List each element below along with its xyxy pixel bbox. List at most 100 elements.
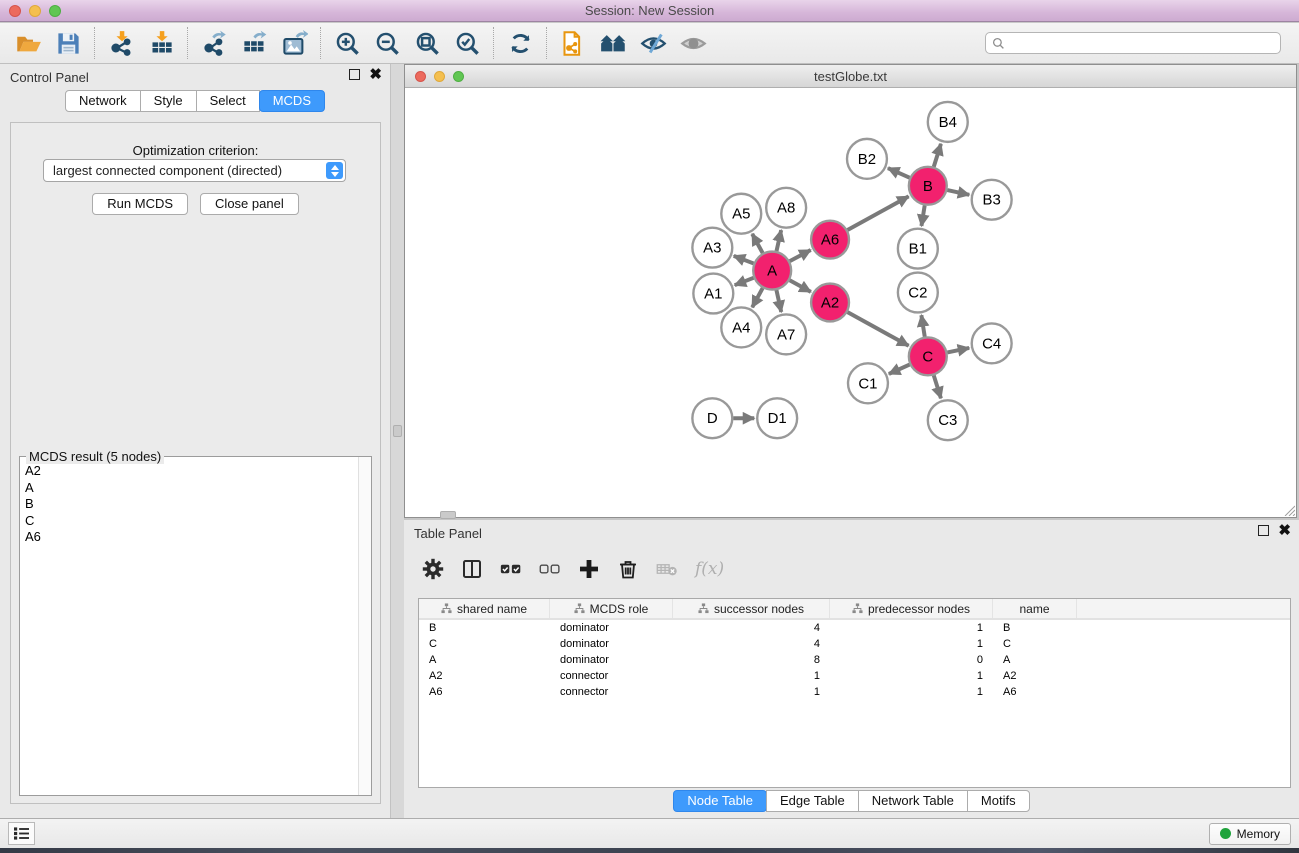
edge-A-A2[interactable] xyxy=(790,280,811,292)
add-column-icon[interactable] xyxy=(578,558,600,580)
table-cell[interactable]: A2 xyxy=(419,668,550,684)
close-window-button[interactable] xyxy=(9,5,21,17)
network-close-button[interactable] xyxy=(415,71,426,82)
table-cell[interactable]: dominator xyxy=(550,652,673,668)
home-icon[interactable] xyxy=(593,26,633,60)
zoom-window-button[interactable] xyxy=(49,5,61,17)
table-cell[interactable]: 8 xyxy=(673,652,830,668)
tab-edge-table[interactable]: Edge Table xyxy=(766,790,859,812)
node-table[interactable]: shared nameMCDS rolesuccessor nodesprede… xyxy=(418,598,1291,788)
node-A4[interactable]: A4 xyxy=(721,307,761,347)
table-cell[interactable]: 0 xyxy=(830,652,993,668)
node-D1[interactable]: D1 xyxy=(757,398,797,438)
column-header-shared-name[interactable]: shared name xyxy=(419,599,550,618)
hide-graphics-details-icon[interactable] xyxy=(633,26,673,60)
table-cell[interactable]: connector xyxy=(550,684,673,700)
table-settings-icon[interactable] xyxy=(422,558,444,580)
search-field[interactable] xyxy=(985,32,1281,54)
tab-motifs[interactable]: Motifs xyxy=(967,790,1030,812)
zoom-out-icon[interactable] xyxy=(367,26,407,60)
close-panel-icon[interactable]: ✖ xyxy=(369,69,382,80)
float-panel-icon[interactable] xyxy=(349,69,360,80)
edge-A-A3[interactable] xyxy=(734,256,754,264)
node-C3[interactable]: C3 xyxy=(928,400,968,440)
network-window-titlebar[interactable]: testGlobe.txt xyxy=(405,65,1296,88)
zoom-selected-icon[interactable] xyxy=(447,26,487,60)
result-item[interactable]: C xyxy=(21,513,357,530)
table-cell[interactable]: connector xyxy=(550,668,673,684)
edge-C-C1[interactable] xyxy=(889,365,910,374)
edge-A-A4[interactable] xyxy=(752,288,762,307)
tab-style[interactable]: Style xyxy=(140,90,197,112)
node-A8[interactable]: A8 xyxy=(766,188,806,228)
edge-A2-C[interactable] xyxy=(848,312,909,346)
clone-network-icon[interactable] xyxy=(553,26,593,60)
node-D[interactable]: D xyxy=(692,398,732,438)
table-row[interactable]: Bdominator41B xyxy=(419,620,1290,636)
export-image-icon[interactable] xyxy=(274,26,314,60)
edge-A-A6[interactable] xyxy=(790,250,811,261)
close-table-panel-icon[interactable]: ✖ xyxy=(1278,525,1291,536)
network-canvas[interactable]: B4B2BB3A8A5A6A3B1AA1C2A2A4A7C4CC1DD1C3 xyxy=(405,89,1296,517)
tab-select[interactable]: Select xyxy=(196,90,260,112)
node-B3[interactable]: B3 xyxy=(972,180,1012,220)
edge-C-C2[interactable] xyxy=(921,315,924,336)
node-B[interactable]: B xyxy=(909,167,947,205)
network-minimize-button[interactable] xyxy=(434,71,445,82)
zoom-fit-icon[interactable] xyxy=(407,26,447,60)
edge-A-A5[interactable] xyxy=(752,234,762,253)
tab-node-table[interactable]: Node Table xyxy=(673,790,767,812)
optimization-criterion-dropdown[interactable]: largest connected component (directed) xyxy=(43,159,346,182)
save-session-icon[interactable] xyxy=(48,26,88,60)
table-cell[interactable]: 1 xyxy=(830,668,993,684)
table-cell[interactable]: 1 xyxy=(830,684,993,700)
edge-B-B3[interactable] xyxy=(947,190,969,195)
table-cell[interactable]: A xyxy=(419,652,550,668)
show-column-icon[interactable] xyxy=(461,558,483,580)
node-A3[interactable]: A3 xyxy=(692,228,732,268)
table-row[interactable]: A6connector11A6 xyxy=(419,684,1290,700)
zoom-in-icon[interactable] xyxy=(327,26,367,60)
table-cell[interactable]: dominator xyxy=(550,620,673,636)
node-C1[interactable]: C1 xyxy=(848,363,888,403)
table-cell[interactable]: B xyxy=(419,620,550,636)
table-cell[interactable]: 1 xyxy=(673,668,830,684)
node-C[interactable]: C xyxy=(909,337,947,375)
tab-network[interactable]: Network xyxy=(65,90,141,112)
column-header-MCDS-role[interactable]: MCDS role xyxy=(550,599,673,618)
select-all-columns-icon[interactable] xyxy=(500,558,522,580)
edge-C-C3[interactable] xyxy=(934,375,941,398)
node-A7[interactable]: A7 xyxy=(766,314,806,354)
import-table-icon[interactable] xyxy=(141,26,181,60)
table-row[interactable]: Cdominator41C xyxy=(419,636,1290,652)
memory-button[interactable]: Memory xyxy=(1209,823,1291,845)
import-network-icon[interactable] xyxy=(101,26,141,60)
table-cell[interactable]: B xyxy=(993,620,1077,636)
divider-handle-horizontal[interactable] xyxy=(440,511,456,519)
table-cell[interactable]: dominator xyxy=(550,636,673,652)
result-item[interactable]: A6 xyxy=(21,529,357,546)
delete-column-icon[interactable] xyxy=(617,558,639,580)
table-cell[interactable]: C xyxy=(993,636,1077,652)
table-cell[interactable]: A6 xyxy=(993,684,1077,700)
edge-A6-B[interactable] xyxy=(848,196,909,230)
node-A2[interactable]: A2 xyxy=(811,284,849,322)
table-cell[interactable]: A2 xyxy=(993,668,1077,684)
tab-network-table[interactable]: Network Table xyxy=(858,790,968,812)
node-B1[interactable]: B1 xyxy=(898,229,938,269)
minimize-window-button[interactable] xyxy=(29,5,41,17)
edge-A-A1[interactable] xyxy=(735,278,754,285)
tab-mcds[interactable]: MCDS xyxy=(259,90,325,112)
node-A6[interactable]: A6 xyxy=(811,221,849,259)
column-header-name[interactable]: name xyxy=(993,599,1077,618)
show-graphics-details-icon[interactable] xyxy=(673,26,713,60)
node-B4[interactable]: B4 xyxy=(928,102,968,142)
table-cell[interactable]: 4 xyxy=(673,636,830,652)
table-cell[interactable]: 1 xyxy=(673,684,830,700)
edge-B-B4[interactable] xyxy=(934,144,941,167)
export-network-icon[interactable] xyxy=(194,26,234,60)
refresh-icon[interactable] xyxy=(500,26,540,60)
close-panel-button[interactable]: Close panel xyxy=(200,193,299,215)
column-header-successor-nodes[interactable]: successor nodes xyxy=(673,599,830,618)
divider-handle[interactable] xyxy=(393,425,402,437)
